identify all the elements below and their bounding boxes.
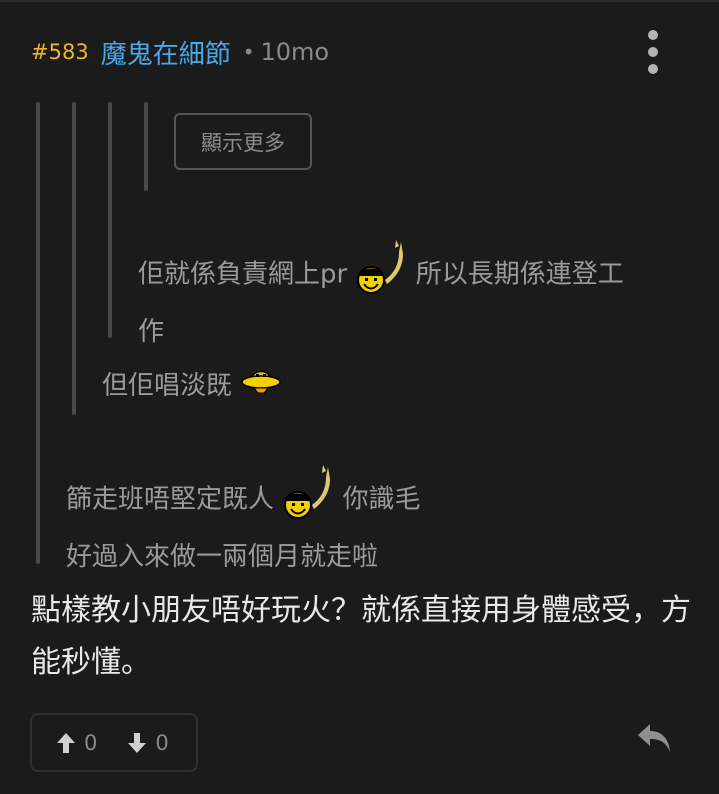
show-more-button[interactable]: 顯示更多 <box>174 113 312 170</box>
post-body: 點樣教小朋友唔好玩火？就係直接用身體感受，方能秒懂。 <box>31 593 691 680</box>
post-time: 10mo <box>260 38 330 66</box>
quote-level1-line1a: 篩走班唔堅定既人 <box>66 484 275 515</box>
more-options-icon[interactable] <box>642 30 664 74</box>
quote-bar-level4 <box>144 102 148 191</box>
quote-level3-line1b: 所以長期係連登工 <box>415 259 624 290</box>
downvote-count: 0 <box>155 730 169 755</box>
arrow-down-icon <box>128 732 147 753</box>
devil-horns-emoji-icon <box>355 240 407 310</box>
ufo-emoji-icon <box>240 365 282 409</box>
top-divider <box>0 0 719 2</box>
quote-level2-text: 但佢唱淡既 <box>102 364 662 409</box>
arrow-up-icon <box>57 732 75 753</box>
vote-box: 0 0 <box>30 713 198 772</box>
quote-level3-line1a: 佢就係負責網上pr <box>138 259 348 290</box>
upvote-button[interactable]: 0 <box>56 731 97 755</box>
reply-button[interactable] <box>636 722 672 754</box>
devil-horns-emoji-icon <box>282 465 334 535</box>
separator-dot: • <box>242 40 255 64</box>
reply-icon <box>638 724 670 752</box>
downvote-button[interactable]: 0 <box>127 730 169 755</box>
quote-bar-level2 <box>72 102 76 415</box>
quote-level1-line1b: 你識毛 <box>342 484 421 515</box>
quote-level1-text: 篩走班唔堅定既人 你識毛 好過入來做一兩個月就走啦 <box>66 465 666 579</box>
quote-level2-line: 但佢唱淡既 <box>102 371 233 401</box>
quote-level3-text: 佢就係負責網上pr 所以長期係連登工 作 <box>138 240 698 354</box>
post-header: #583 魔鬼在細節 • 10mo <box>31 30 329 74</box>
quote-level3-line2: 作 <box>138 317 165 347</box>
post-number[interactable]: #583 <box>31 40 89 64</box>
upvote-count: 0 <box>84 730 98 755</box>
quote-level1-line2: 好過入來做一兩個月就走啦 <box>66 542 379 572</box>
username[interactable]: 魔鬼在細節 <box>101 34 231 71</box>
quote-bar-level1 <box>36 102 40 564</box>
quote-bar-level3 <box>108 102 112 338</box>
